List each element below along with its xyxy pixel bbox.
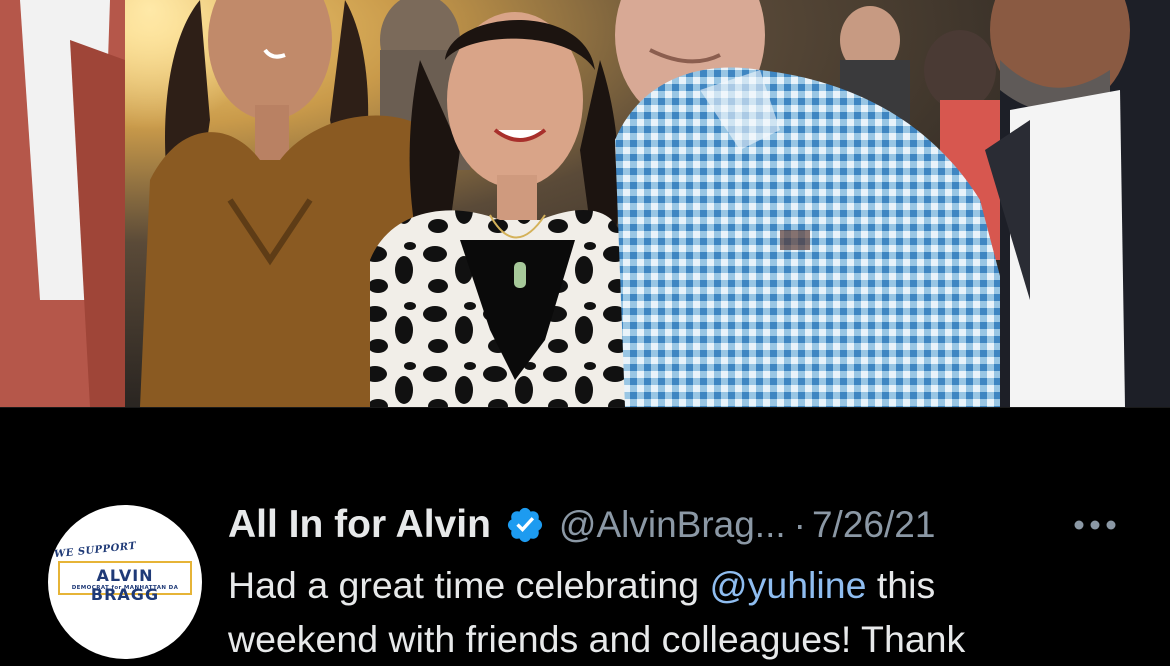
tweet-timestamp[interactable]: 7/26/21 xyxy=(812,504,935,546)
logo-subtitle: DEMOCRAT for MANHATTAN DA xyxy=(71,585,179,591)
user-handle[interactable]: @AlvinBrag... xyxy=(559,504,786,546)
separator-dot: · xyxy=(793,504,806,545)
avatar[interactable]: WE SUPPORT ALVIN BRAGG DEMOCRAT for MANH… xyxy=(48,505,202,659)
tweet-header: All In for Alvin @AlvinBrag... · 7/26/21 xyxy=(228,500,935,550)
display-name[interactable]: All In for Alvin xyxy=(228,503,491,547)
tweet-text: Had a great time celebrating @yuhline th… xyxy=(228,558,1148,666)
logo-box: ALVIN BRAGG DEMOCRAT for MANHATTAN DA xyxy=(58,561,192,604)
tweet-text-line1-pre: Had a great time celebrating xyxy=(228,564,710,606)
tweet-text-line1-post: this xyxy=(866,564,936,606)
tweet-photo[interactable] xyxy=(0,0,1170,407)
logo-we-support: WE SUPPORT xyxy=(53,540,137,561)
more-options-icon[interactable] xyxy=(1072,514,1118,536)
group-photo-illustration xyxy=(0,0,1170,407)
tweet[interactable]: WE SUPPORT ALVIN BRAGG DEMOCRAT for MANH… xyxy=(0,408,1170,663)
campaign-logo: WE SUPPORT ALVIN BRAGG DEMOCRAT for MANH… xyxy=(52,539,196,604)
verified-badge-icon xyxy=(507,507,542,543)
tweet-text-line2: weekend with friends and colleagues! Tha… xyxy=(228,618,966,660)
mention-link[interactable]: @yuhline xyxy=(710,564,867,606)
